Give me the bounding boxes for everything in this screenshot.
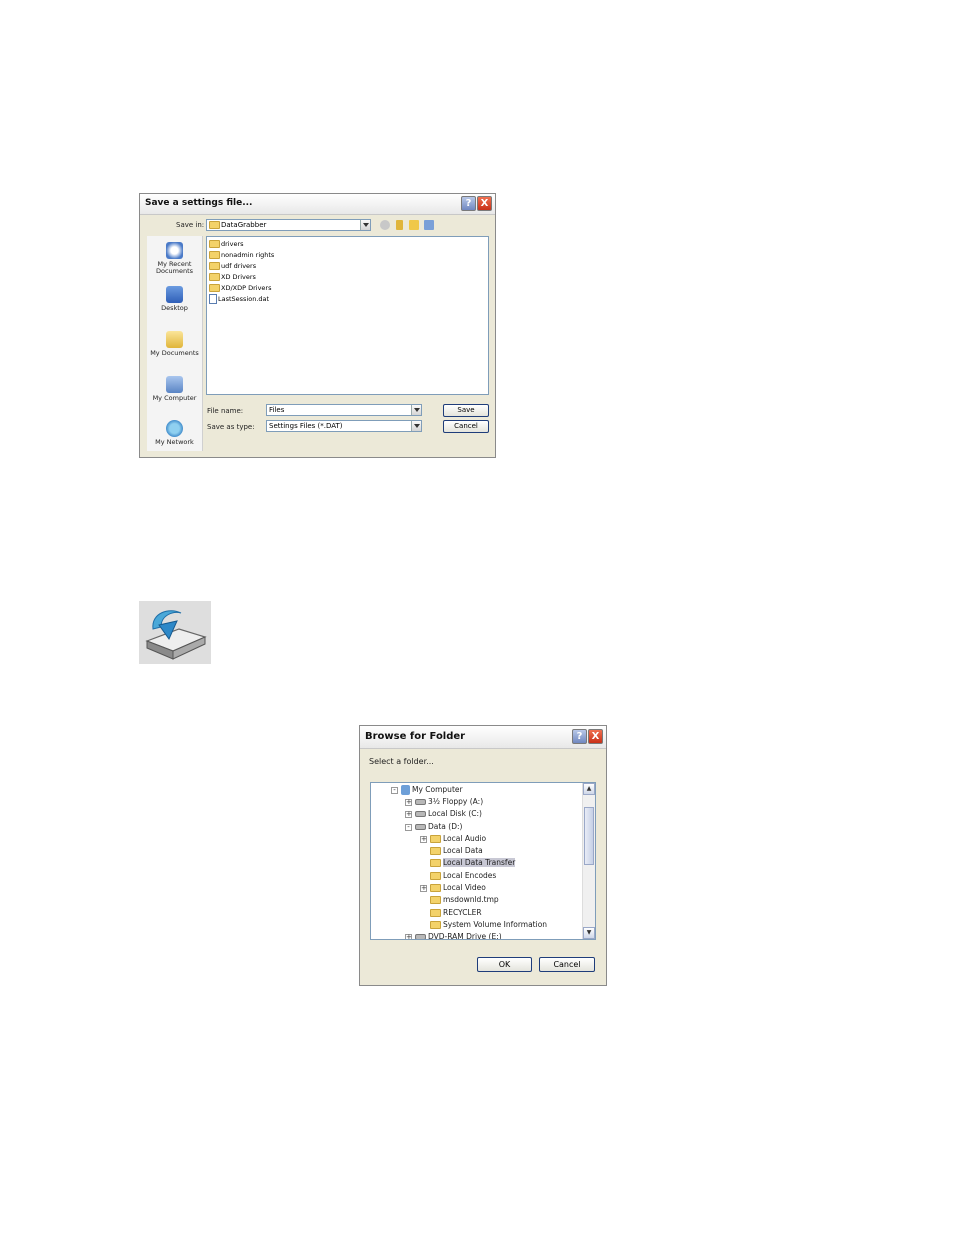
tree-scrollbar[interactable]: ▲ ▼ [582, 783, 595, 939]
floppy-icon [415, 799, 426, 805]
chevron-down-icon[interactable] [411, 405, 421, 415]
expand-icon[interactable]: + [405, 810, 412, 818]
browse-dialog-title: Browse for Folder [365, 731, 466, 742]
disk-restore-icon [139, 601, 211, 664]
list-item[interactable]: udf drivers [209, 261, 256, 271]
folder-icon [209, 251, 220, 259]
save-as-type-dropdown[interactable]: Settings Files (*.DAT) [266, 420, 422, 432]
tree-item[interactable]: msdownld.tmp [430, 894, 499, 906]
place-my-documents[interactable]: My Documents [147, 331, 202, 357]
collapse-icon[interactable]: - [405, 823, 412, 831]
up-folder-icon[interactable] [396, 220, 403, 230]
recent-documents-icon [166, 242, 183, 259]
drive-icon [415, 811, 426, 817]
ok-button[interactable]: OK [477, 957, 532, 972]
folder-tree[interactable]: - My Computer +3½ Floppy (A:) + Local Disk… [370, 782, 596, 940]
save-dialog-title: Save a settings file... [145, 198, 253, 208]
select-folder-prompt: Select a folder... [369, 757, 434, 766]
folder-icon [430, 921, 441, 929]
chevron-down-icon[interactable] [411, 421, 421, 431]
place-label: My Documents [150, 349, 199, 357]
expand-icon[interactable]: + [420, 835, 427, 843]
folder-icon [430, 884, 441, 892]
scroll-down-icon[interactable]: ▼ [583, 927, 595, 939]
my-network-icon [166, 420, 183, 437]
folder-icon [430, 835, 441, 843]
tree-item[interactable]: Local Encodes [430, 870, 496, 882]
close-button[interactable]: X [477, 196, 492, 211]
help-button[interactable]: ? [572, 729, 587, 744]
save-settings-dialog: Save a settings file... ? X Save in: Dat… [139, 193, 496, 458]
list-item[interactable]: XD/XDP Drivers [209, 283, 271, 293]
new-folder-icon[interactable] [409, 220, 419, 230]
collapse-icon[interactable]: - [391, 786, 398, 794]
expand-icon[interactable]: + [405, 933, 412, 939]
list-item[interactable]: drivers [209, 239, 244, 249]
list-item[interactable]: nonadmin rights [209, 250, 274, 260]
place-desktop[interactable]: Desktop [147, 286, 202, 312]
cancel-button[interactable]: Cancel [443, 420, 489, 433]
tree-item[interactable]: + DVD-RAM Drive (E:) [405, 931, 502, 939]
folder-icon [209, 240, 220, 248]
file-list[interactable]: drivers nonadmin rights udf drivers XD D… [206, 236, 489, 395]
tree-item[interactable]: + Local Disk (C:) [405, 808, 482, 820]
scroll-thumb[interactable] [584, 807, 594, 865]
tree-item-selected[interactable]: Local Data Transfer [430, 857, 516, 869]
folder-icon [430, 872, 441, 880]
tree-item[interactable]: System Volume Information [430, 919, 547, 931]
chevron-down-icon[interactable] [360, 220, 370, 230]
tree-item[interactable]: RECYCLER [430, 907, 482, 919]
save-dialog-titlebar[interactable]: Save a settings file... ? X [140, 194, 495, 215]
folder-icon [430, 896, 441, 904]
folder-icon [209, 284, 220, 292]
folder-icon [209, 273, 220, 281]
place-my-network[interactable]: My Network [147, 420, 202, 446]
browse-dialog-titlebar[interactable]: Browse for Folder ? X [360, 726, 606, 749]
folder-icon [209, 221, 220, 229]
file-icon [209, 294, 217, 304]
folder-icon [430, 847, 441, 855]
tree-item[interactable]: + Local Video [420, 882, 486, 894]
browse-folder-dialog: Browse for Folder ? X Select a folder...… [359, 725, 607, 986]
save-as-type-label: Save as type: [207, 423, 255, 431]
scroll-up-icon[interactable]: ▲ [583, 783, 595, 795]
save-in-value: DataGrabber [221, 221, 267, 229]
places-bar: My Recent Documents Desktop My Documents… [147, 236, 203, 451]
view-menu-icon[interactable] [424, 220, 434, 230]
file-name-input[interactable]: Files [266, 404, 422, 416]
folder-icon [430, 859, 441, 867]
folder-icon [430, 909, 441, 917]
my-computer-icon [166, 376, 183, 393]
save-button[interactable]: Save [443, 404, 489, 417]
drive-icon [415, 824, 426, 830]
expand-icon[interactable]: + [420, 884, 427, 892]
folder-icon [209, 262, 220, 270]
place-my-computer[interactable]: My Computer [147, 376, 202, 402]
list-item[interactable]: LastSession.dat [209, 294, 269, 304]
cancel-button[interactable]: Cancel [539, 957, 595, 972]
back-icon[interactable] [380, 220, 390, 230]
file-name-label: File name: [207, 407, 244, 415]
help-button[interactable]: ? [461, 196, 476, 211]
desktop-icon [166, 286, 183, 303]
save-in-dropdown[interactable]: DataGrabber [206, 219, 371, 231]
place-label: My Computer [152, 394, 197, 402]
list-item[interactable]: XD Drivers [209, 272, 256, 282]
place-label: My Network [155, 438, 194, 446]
tree-item[interactable]: +3½ Floppy (A:) [405, 796, 483, 808]
save-in-label: Save in: [176, 221, 205, 229]
expand-icon[interactable]: + [405, 798, 412, 806]
computer-icon [401, 785, 410, 795]
my-documents-icon [166, 331, 183, 348]
tree-item[interactable]: Local Data [430, 845, 483, 857]
tree-item[interactable]: + Local Audio [420, 833, 486, 845]
close-button[interactable]: X [588, 729, 603, 744]
place-recent-documents[interactable]: My Recent Documents [147, 242, 202, 275]
place-label: My Recent Documents [155, 260, 194, 275]
tree-item[interactable]: - Data (D:) [405, 821, 462, 833]
dvd-drive-icon [415, 934, 426, 939]
tree-item-my-computer[interactable]: - My Computer [391, 784, 463, 796]
place-label: Desktop [161, 304, 188, 312]
